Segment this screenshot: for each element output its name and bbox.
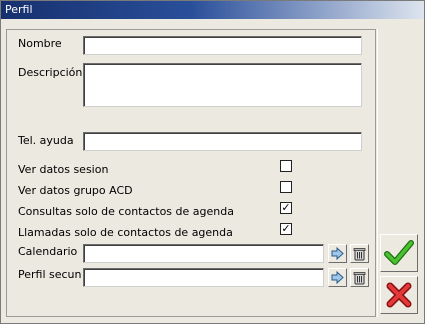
calendario-input[interactable] xyxy=(83,244,324,263)
ver-datos-grupo-acd-label: Ver datos grupo ACD xyxy=(18,184,133,197)
descripcion-label: Descripción xyxy=(18,66,83,79)
nombre-label: Nombre xyxy=(18,37,62,50)
descripcion-textarea[interactable] xyxy=(83,63,362,107)
select-arrow-icon xyxy=(331,247,344,260)
consultas-solo-contactos-checkbox[interactable]: ✓ xyxy=(280,202,292,214)
llamadas-solo-contactos-checkbox[interactable]: ✓ xyxy=(280,223,292,235)
tel-ayuda-input[interactable] xyxy=(83,132,362,151)
window-title: Perfil xyxy=(5,3,33,16)
select-arrow-icon xyxy=(331,271,344,284)
ver-datos-sesion-label: Ver datos sesion xyxy=(18,163,109,176)
perfil-secun-input[interactable] xyxy=(83,268,324,287)
ver-datos-sesion-checkbox[interactable] xyxy=(280,160,292,172)
calendario-select-button[interactable] xyxy=(328,244,347,263)
divider xyxy=(377,29,378,317)
consultas-solo-contactos-label: Consultas solo de contactos de agenda xyxy=(18,205,234,218)
trash-bin-icon xyxy=(353,271,366,284)
perfil-secun-label: Perfil secun xyxy=(18,268,82,281)
llamadas-solo-contactos-label: Llamadas solo de contactos de agenda xyxy=(18,226,233,239)
perfil-secun-select-button[interactable] xyxy=(328,268,347,287)
tel-ayuda-label: Tel. ayuda xyxy=(18,134,74,147)
ver-datos-grupo-acd-checkbox[interactable] xyxy=(280,181,292,193)
red-x-icon xyxy=(386,282,412,308)
nombre-input[interactable] xyxy=(83,36,362,55)
calendario-label: Calendario xyxy=(18,245,78,258)
cancel-button[interactable] xyxy=(380,276,418,314)
accept-button[interactable] xyxy=(380,234,418,272)
title-bar[interactable]: Perfil xyxy=(1,1,424,19)
green-check-icon xyxy=(384,240,414,265)
perfil-window: Perfil Nombre Descripción Tel. ayuda Ver… xyxy=(0,0,425,324)
calendario-clear-button[interactable] xyxy=(350,244,369,263)
trash-bin-icon xyxy=(353,247,366,260)
perfil-secun-clear-button[interactable] xyxy=(350,268,369,287)
